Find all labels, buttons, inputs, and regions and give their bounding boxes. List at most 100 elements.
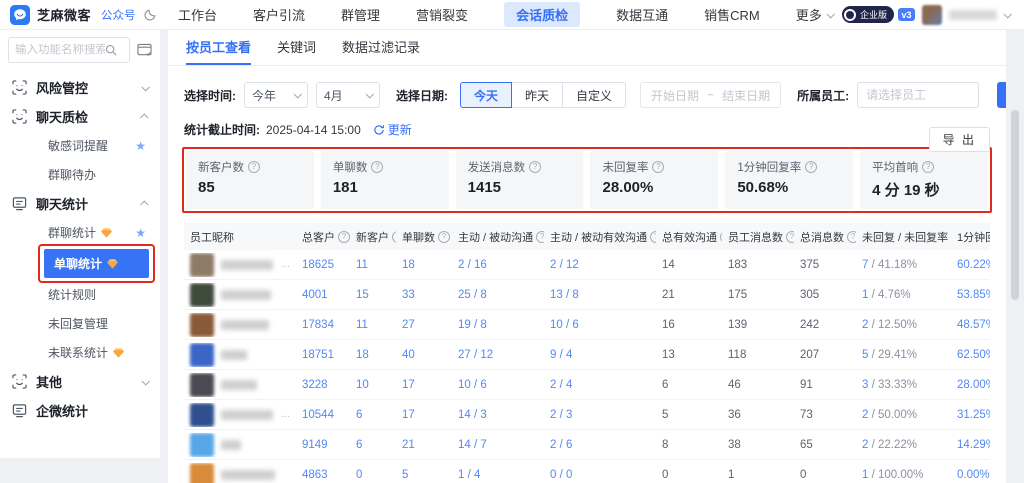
star-icon[interactable]: ★ — [135, 227, 146, 239]
date-button-今天[interactable]: 今天 — [460, 82, 512, 108]
moon-icon[interactable] — [144, 8, 157, 21]
cell-active_passive_effective[interactable]: 2 / 12 — [544, 259, 656, 271]
cell-total_customers[interactable]: 18625 — [296, 259, 350, 271]
cell-unreplied[interactable]: 2 / 12.50% — [856, 319, 951, 331]
cell-unreplied[interactable]: 2 / 22.22% — [856, 439, 951, 451]
column-header-主动 / 被动沟通[interactable]: 主动 / 被动沟通? — [452, 229, 544, 245]
sidebar-search-input[interactable] — [15, 44, 105, 56]
sidebar-item-active-block[interactable]: 单聊统计 — [44, 249, 149, 278]
nav-item-客户引流[interactable]: 客户引流 — [253, 5, 305, 24]
star-icon[interactable]: ★ — [135, 140, 146, 152]
tab-数据过滤记录[interactable]: 数据过滤记录 — [342, 30, 420, 65]
month-select[interactable]: 4月 — [316, 82, 380, 108]
cell-chat_count[interactable]: 18 — [396, 259, 452, 271]
cell-active_passive_effective[interactable]: 10 / 6 — [544, 319, 656, 331]
chevron-down-icon[interactable] — [1003, 10, 1011, 18]
cell-chat_count[interactable]: 21 — [396, 439, 452, 451]
brand-tag-link[interactable]: 公众号 — [101, 7, 136, 23]
refresh-link[interactable]: 更新 — [373, 121, 412, 138]
cell-new_customers[interactable]: 0 — [350, 469, 396, 481]
cell-new_customers[interactable]: 11 — [350, 319, 396, 331]
sidebar-item-群聊待办[interactable]: 群聊待办 — [0, 160, 160, 189]
cell-total_customers[interactable]: 4001 — [296, 289, 350, 301]
sidebar-search-box[interactable] — [8, 37, 130, 63]
cell-one_min_rate[interactable]: 14.29% — [951, 439, 990, 451]
cell-unreplied[interactable]: 2 / 50.00% — [856, 409, 951, 421]
nav-item-会话质检[interactable]: 会话质检 — [504, 2, 580, 27]
cell-new_customers[interactable]: 6 — [350, 409, 396, 421]
cell-one_min_rate[interactable]: 60.22% — [951, 259, 990, 271]
cell-chat_count[interactable]: 33 — [396, 289, 452, 301]
nav-item-更多[interactable]: 更多 — [796, 5, 833, 24]
cell-unreplied[interactable]: 1 / 4.76% — [856, 289, 951, 301]
cell-unreplied[interactable]: 7 / 41.18% — [856, 259, 951, 271]
cell-active_passive[interactable]: 14 / 3 — [452, 409, 544, 421]
cell-unreplied[interactable]: 5 / 29.41% — [856, 349, 951, 361]
cell-active_passive_effective[interactable]: 2 / 3 — [544, 409, 656, 421]
column-header-总有效沟通[interactable]: 总有效沟通? — [656, 229, 722, 245]
search-button[interactable]: 搜 索 — [997, 82, 1006, 108]
nav-item-营销裂变[interactable]: 营销裂变 — [416, 5, 468, 24]
nav-item-销售CRM[interactable]: 销售CRM — [704, 5, 760, 24]
date-button-昨天[interactable]: 昨天 — [511, 82, 563, 108]
cell-one_min_rate[interactable]: 48.57% — [951, 319, 990, 331]
panel-pin-icon[interactable] — [137, 43, 152, 57]
sidebar-group-其他[interactable]: 其他 — [0, 367, 160, 396]
info-icon[interactable]: ? — [805, 161, 817, 173]
tab-关键词[interactable]: 关键词 — [277, 30, 316, 65]
cell-unreplied[interactable]: 3 / 33.33% — [856, 379, 951, 391]
cell-active_passive[interactable]: 25 / 8 — [452, 289, 544, 301]
cell-chat_count[interactable]: 27 — [396, 319, 452, 331]
sidebar-item-未回复管理[interactable]: 未回复管理 — [0, 309, 160, 338]
column-header-未回复 / 未回复率[interactable]: 未回复 / 未回复率? — [856, 229, 951, 245]
cell-total_customers[interactable]: 3228 — [296, 379, 350, 391]
cell-active_passive_effective[interactable]: 2 / 4 — [544, 379, 656, 391]
info-icon[interactable]: ? — [529, 161, 541, 173]
sidebar-group-风险管控[interactable]: 风险管控 — [0, 73, 160, 102]
cell-new_customers[interactable]: 18 — [350, 349, 396, 361]
nav-item-群管理[interactable]: 群管理 — [341, 5, 380, 24]
cell-chat_count[interactable]: 17 — [396, 379, 452, 391]
sidebar-item-统计规则[interactable]: 统计规则 — [0, 280, 160, 309]
nav-item-数据互通[interactable]: 数据互通 — [616, 5, 668, 24]
cell-total_customers[interactable]: 18751 — [296, 349, 350, 361]
info-icon[interactable]: ? — [847, 231, 856, 243]
cell-one_min_rate[interactable]: 28.00% — [951, 379, 990, 391]
info-icon[interactable]: ? — [536, 231, 544, 243]
sidebar-item-群聊统计[interactable]: 群聊统计★ — [0, 218, 160, 247]
cell-chat_count[interactable]: 5 — [396, 469, 452, 481]
sidebar-item-敏感词提醒[interactable]: 敏感词提醒★ — [0, 131, 160, 160]
column-header-总消息数[interactable]: 总消息数? — [794, 229, 856, 245]
cell-total_customers[interactable]: 4863 — [296, 469, 350, 481]
date-range-input[interactable]: 开始日期 ~ 结束日期 — [640, 82, 781, 108]
cell-active_passive_effective[interactable]: 0 / 0 — [544, 469, 656, 481]
cell-active_passive[interactable]: 1 / 4 — [452, 469, 544, 481]
cell-active_passive[interactable]: 19 / 8 — [452, 319, 544, 331]
sidebar-item-单聊统计[interactable]: 单聊统计 — [0, 247, 160, 280]
column-header-单聊数[interactable]: 单聊数? — [396, 229, 452, 245]
cell-total_customers[interactable]: 17834 — [296, 319, 350, 331]
info-icon[interactable]: ? — [652, 161, 664, 173]
sidebar-group-聊天质检[interactable]: 聊天质检 — [0, 102, 160, 131]
info-icon[interactable]: ? — [438, 231, 450, 243]
user-avatar[interactable] — [922, 5, 942, 25]
column-header-主动 / 被动有效沟通[interactable]: 主动 / 被动有效沟通? — [544, 229, 656, 245]
cell-active_passive_effective[interactable]: 13 / 8 — [544, 289, 656, 301]
info-icon[interactable]: ? — [248, 161, 260, 173]
info-icon[interactable]: ? — [922, 161, 934, 173]
cell-active_passive_effective[interactable]: 9 / 4 — [544, 349, 656, 361]
cell-one_min_rate[interactable]: 0.00% — [951, 469, 990, 481]
info-icon[interactable]: ? — [786, 231, 794, 243]
export-button[interactable]: 导 出 — [929, 127, 990, 152]
nav-item-工作台[interactable]: 工作台 — [178, 5, 217, 24]
cell-chat_count[interactable]: 40 — [396, 349, 452, 361]
cell-new_customers[interactable]: 10 — [350, 379, 396, 391]
cell-new_customers[interactable]: 15 — [350, 289, 396, 301]
cell-active_passive[interactable]: 10 / 6 — [452, 379, 544, 391]
scrollbar-thumb[interactable] — [1011, 110, 1019, 300]
cell-active_passive_effective[interactable]: 2 / 6 — [544, 439, 656, 451]
info-icon[interactable]: ? — [371, 161, 383, 173]
employee-select-input[interactable] — [857, 82, 979, 108]
cell-active_passive[interactable]: 27 / 12 — [452, 349, 544, 361]
date-button-自定义[interactable]: 自定义 — [562, 82, 626, 108]
